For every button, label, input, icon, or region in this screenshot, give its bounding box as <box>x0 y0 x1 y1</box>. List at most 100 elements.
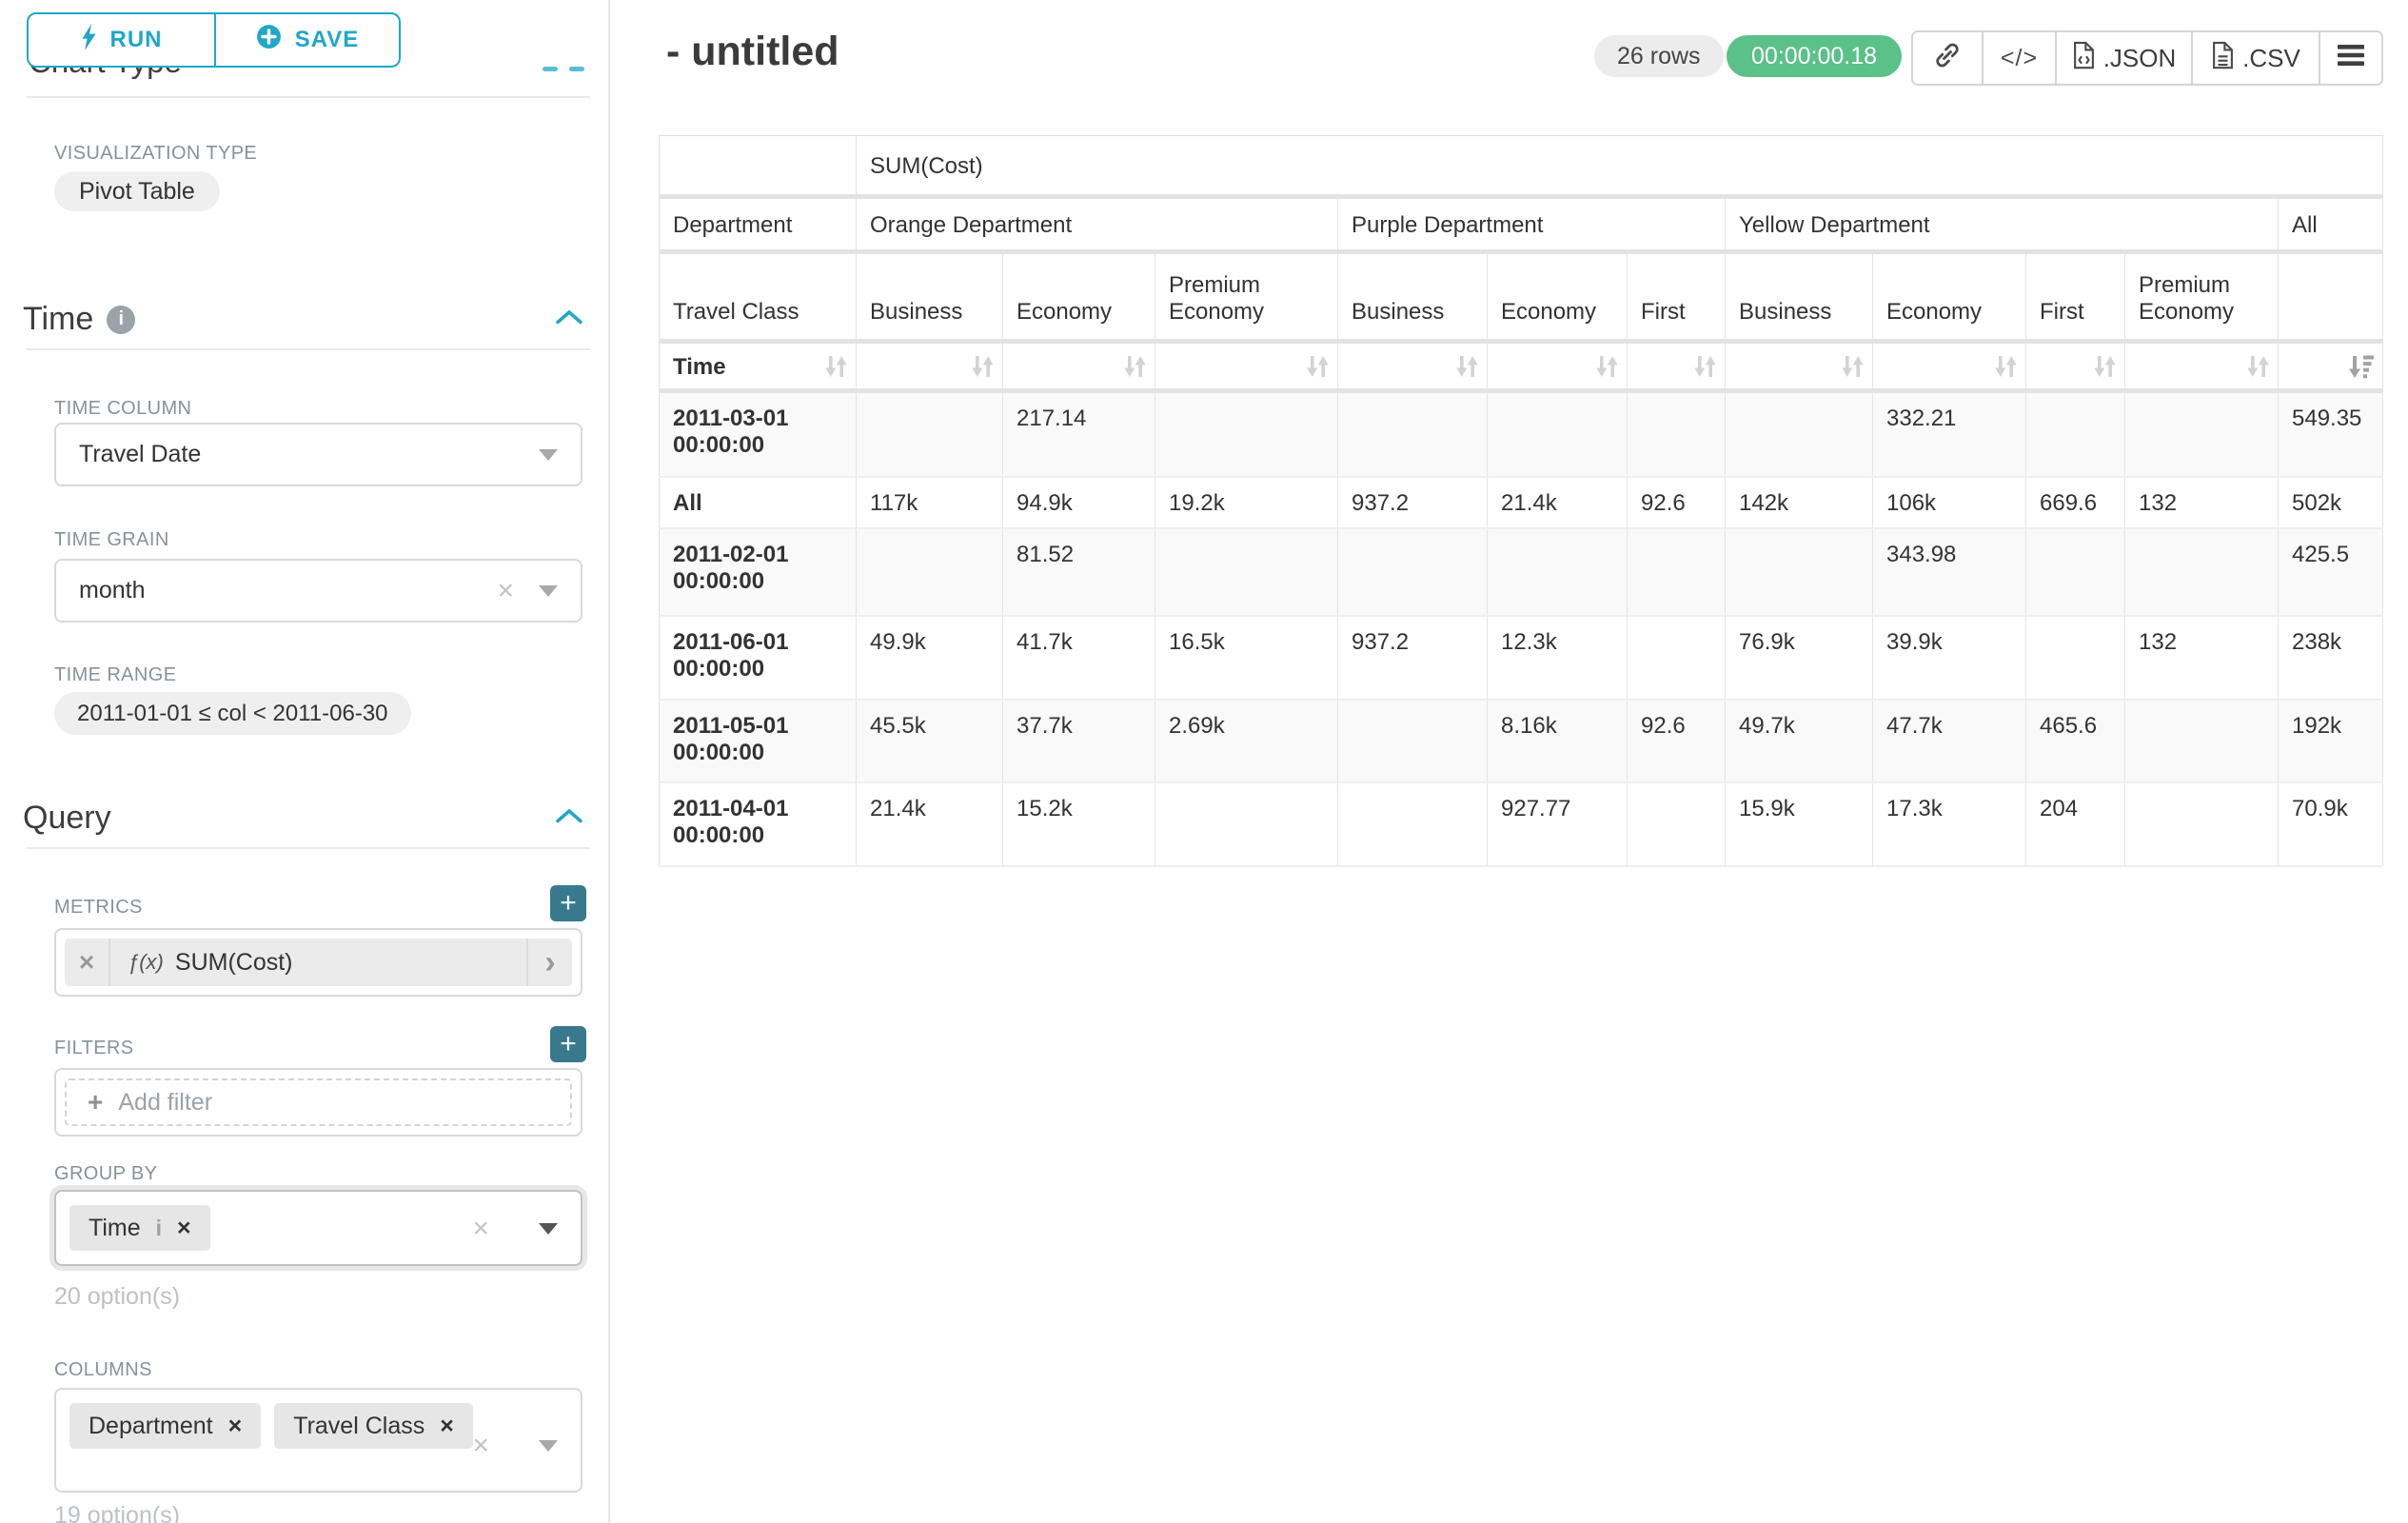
export-csv-button[interactable]: .CSV <box>2191 32 2319 84</box>
pivot-cell <box>2125 782 2279 866</box>
copy-link-button[interactable] <box>1913 32 1982 84</box>
pivot-cell: 15.2k <box>1003 782 1155 866</box>
csv-file-icon <box>2211 41 2235 76</box>
group-by-tag-time[interactable]: Time i × <box>69 1205 210 1251</box>
view-query-button[interactable]: </> <box>1982 32 2055 84</box>
pivot-group-header: Yellow Department <box>1726 197 2279 252</box>
clear-icon[interactable]: × <box>472 1215 489 1243</box>
pivot-cell: 12.3k <box>1488 616 1628 700</box>
chevron-up-icon[interactable] <box>555 308 583 330</box>
pivot-group-header: Purple Department <box>1338 197 1726 252</box>
pivot-cell: 142k <box>1726 477 1873 528</box>
sort-icon[interactable] <box>2246 353 2270 379</box>
columns-tag-department[interactable]: Department × <box>69 1403 261 1449</box>
pivot-sort-header[interactable] <box>857 342 1003 391</box>
chart-title[interactable]: - untitled <box>666 29 839 75</box>
clipped-icon <box>569 67 584 71</box>
columns-select[interactable]: Department × Travel Class × × <box>54 1388 582 1493</box>
pivot-group-header: All <box>2279 197 2383 252</box>
sort-icon[interactable] <box>1595 353 1619 379</box>
clear-icon[interactable]: × <box>472 1432 489 1460</box>
remove-metric-icon[interactable]: × <box>65 939 110 986</box>
pivot-sort-header[interactable] <box>1873 342 2026 391</box>
sort-icon[interactable] <box>2093 353 2117 379</box>
pivot-sort-header[interactable] <box>1488 342 1628 391</box>
tag-label: Time <box>89 1215 141 1242</box>
sort-icon[interactable] <box>1455 353 1479 379</box>
metric-main[interactable]: ƒ(x) SUM(Cost) <box>110 939 526 986</box>
section-divider <box>27 96 590 98</box>
pivot-cell: 8.16k <box>1488 700 1628 782</box>
pivot-cell: 49.9k <box>857 616 1003 700</box>
row-count-badge: 26 rows <box>1594 35 1724 77</box>
results-toolbar: </> .JSON .CSV <box>1911 30 2383 86</box>
pivot-class-header <box>2279 252 2383 342</box>
sort-icon[interactable] <box>1123 353 1147 379</box>
save-button[interactable]: SAVE <box>214 12 401 68</box>
time-column-select[interactable]: Travel Date <box>54 423 582 486</box>
sort-icon[interactable] <box>1994 353 2018 379</box>
sort-icon[interactable] <box>1693 353 1717 379</box>
pivot-cell: 41.7k <box>1003 616 1155 700</box>
remove-tag-icon[interactable]: × <box>228 1413 243 1440</box>
pivot-table: SUM(Cost)DepartmentOrange DepartmentPurp… <box>659 135 2383 867</box>
group-by-select[interactable]: Time i × × <box>54 1190 582 1266</box>
time-grain-select[interactable]: month × <box>54 559 582 623</box>
pivot-cell <box>857 528 1003 616</box>
chevron-down-icon <box>539 449 558 461</box>
run-button[interactable]: RUN <box>27 12 216 68</box>
sort-icon[interactable] <box>1306 353 1330 379</box>
add-filter-plus-button[interactable]: + <box>550 1026 586 1062</box>
pivot-cell <box>1155 782 1338 866</box>
hamburger-icon <box>2338 44 2364 73</box>
add-filter-button[interactable]: + Add filter <box>65 1078 572 1126</box>
columns-tag-travel-class[interactable]: Travel Class × <box>274 1403 473 1449</box>
sort-icon[interactable] <box>971 353 995 379</box>
pivot-cell: 49.7k <box>1726 700 1873 782</box>
remove-tag-icon[interactable]: × <box>177 1215 191 1242</box>
pivot-cell <box>2026 391 2125 477</box>
metric-pill[interactable]: × ƒ(x) SUM(Cost) › <box>65 939 572 986</box>
pivot-cell <box>1338 700 1488 782</box>
chevron-down-icon <box>539 1440 558 1452</box>
pivot-cell: 465.6 <box>2026 700 2125 782</box>
pivot-cell: 45.5k <box>857 700 1003 782</box>
pivot-sort-header[interactable] <box>1003 342 1155 391</box>
pivot-row-header: 2011-02-01 00:00:00 <box>660 528 857 616</box>
add-metric-button[interactable]: + <box>550 885 586 921</box>
visualization-type-pill[interactable]: Pivot Table <box>54 171 220 211</box>
pivot-cell: 238k <box>2279 616 2383 700</box>
save-button-label: SAVE <box>295 27 360 53</box>
export-json-button[interactable]: .JSON <box>2055 32 2191 84</box>
pivot-class-header: Business <box>857 252 1003 342</box>
pivot-sort-header[interactable] <box>1726 342 1873 391</box>
pivot-sort-header[interactable] <box>1338 342 1488 391</box>
sort-icon[interactable] <box>824 353 848 379</box>
columns-options-hint: 19 option(s) <box>54 1502 180 1523</box>
tag-label: Department <box>89 1413 213 1440</box>
pivot-class-header: First <box>2026 252 2125 342</box>
pivot-sort-header[interactable] <box>2026 342 2125 391</box>
pivot-sort-header[interactable] <box>1628 342 1726 391</box>
sort-descending-active-icon[interactable] <box>2349 353 2375 379</box>
chevron-up-icon[interactable] <box>555 807 583 829</box>
pivot-sort-header[interactable] <box>2279 342 2383 391</box>
run-button-label: RUN <box>110 27 163 53</box>
remove-tag-icon[interactable]: × <box>440 1413 454 1440</box>
time-section-header[interactable]: Time i <box>23 301 583 338</box>
results-panel: - untitled 26 rows 00:00:00.18 </> .JSON <box>610 0 2408 1523</box>
time-range-label: TIME RANGE <box>54 664 176 686</box>
pivot-cell: 17.3k <box>1873 782 2026 866</box>
pivot-sort-header[interactable] <box>1155 342 1338 391</box>
chevron-right-icon[interactable]: › <box>526 939 572 986</box>
info-icon: i <box>107 306 135 334</box>
time-range-pill[interactable]: 2011-01-01 ≤ col < 2011-06-30 <box>54 692 411 735</box>
clear-icon[interactable]: × <box>497 577 514 605</box>
query-section-header[interactable]: Query <box>23 800 583 837</box>
pivot-sort-header[interactable] <box>2125 342 2279 391</box>
sort-icon[interactable] <box>1841 353 1865 379</box>
filters-label: FILTERS <box>54 1038 134 1059</box>
pivot-travel-class-dim-label: Travel Class <box>660 252 857 342</box>
menu-button[interactable] <box>2319 32 2381 84</box>
pivot-sort-header-time[interactable]: Time <box>660 342 857 391</box>
